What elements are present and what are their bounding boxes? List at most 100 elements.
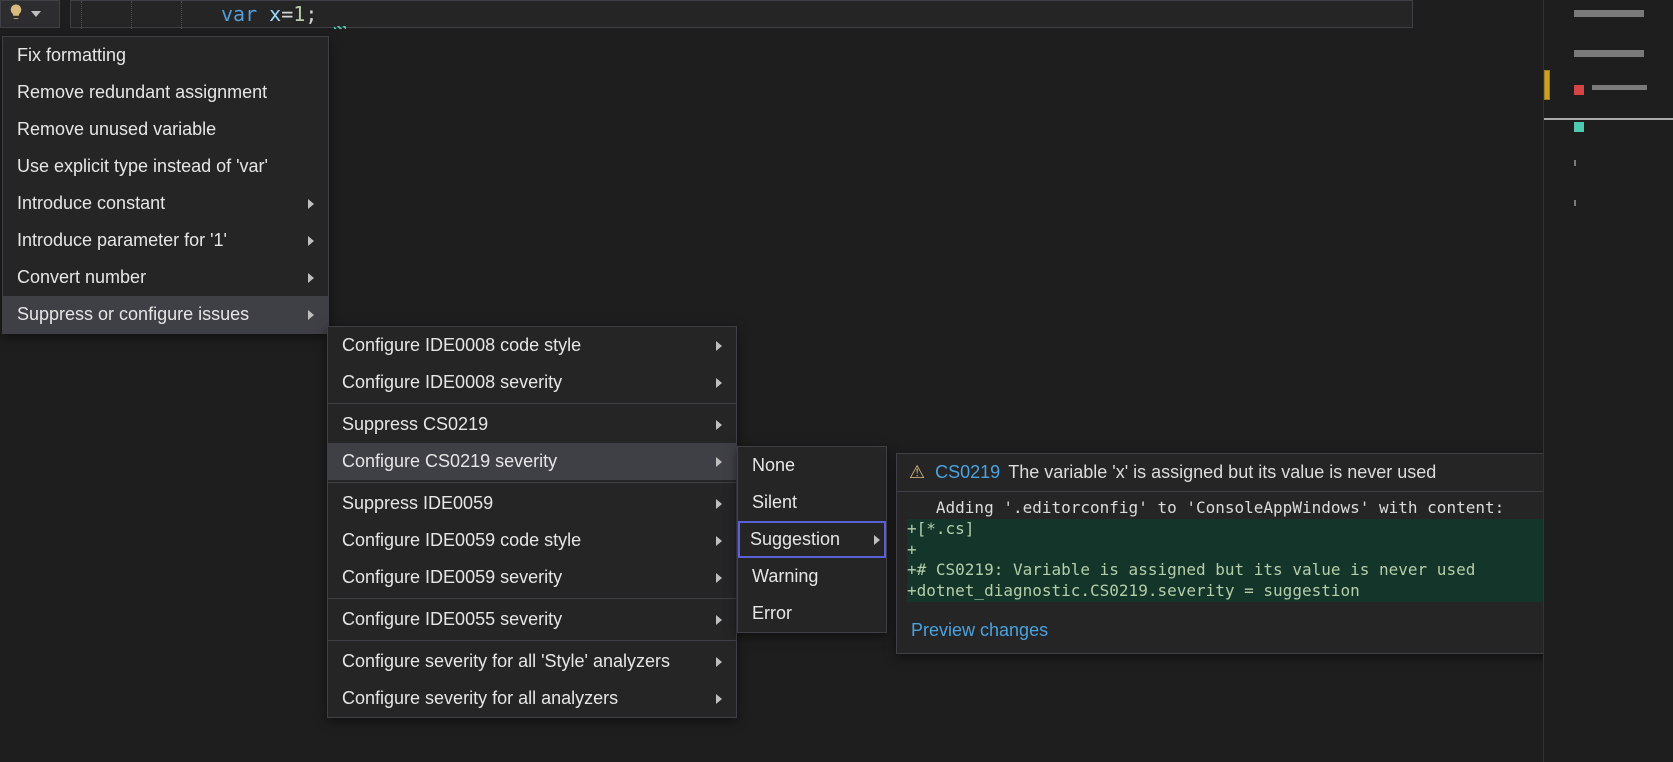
menu-item-label: Suppress IDE0059 (342, 493, 493, 514)
severity-option-label: Warning (752, 566, 818, 587)
code-number: 1 (293, 2, 305, 26)
menu-item[interactable]: Configure IDE0059 code style (328, 522, 736, 559)
chevron-right-icon (308, 310, 314, 320)
chevron-right-icon (716, 341, 722, 351)
menu-item-label: Configure CS0219 severity (342, 451, 557, 472)
menu-separator (328, 403, 736, 404)
diagnostic-code: CS0219 (935, 462, 1000, 483)
menu-item[interactable]: Fix formatting (3, 37, 328, 74)
diff-added-line: + (907, 540, 1545, 561)
menu-item[interactable]: Use explicit type instead of 'var' (3, 148, 328, 185)
menu-item-label: Introduce parameter for '1' (17, 230, 227, 251)
menu-item-label: Configure IDE0059 severity (342, 567, 562, 588)
preview-panel: ⚠ CS0219 The variable 'x' is assigned bu… (896, 453, 1556, 654)
diff-header-line: Adding '.editorconfig' to 'ConsoleAppWin… (907, 498, 1545, 519)
minimap-mark (1574, 160, 1576, 166)
chevron-right-icon (716, 573, 722, 583)
menu-separator (328, 482, 736, 483)
minimap-error-marker (1574, 85, 1584, 95)
code-equals: = (281, 2, 293, 26)
menu-item-label: Configure IDE0059 code style (342, 530, 581, 551)
diff-added-line: +# CS0219: Variable is assigned but its … (907, 560, 1545, 581)
severity-option[interactable]: Suggestion (738, 521, 886, 558)
code-variable: x (269, 2, 281, 26)
severity-option-label: Silent (752, 492, 797, 513)
menu-item[interactable]: Configure IDE0008 code style (328, 327, 736, 364)
chevron-right-icon (716, 657, 722, 667)
menu-item-label: Fix formatting (17, 45, 126, 66)
indent-guide (181, 1, 182, 29)
menu-item[interactable]: Remove unused variable (3, 111, 328, 148)
preview-title: ⚠ CS0219 The variable 'x' is assigned bu… (897, 454, 1555, 492)
indent-guide (131, 1, 132, 29)
menu-item[interactable]: Configure IDE0008 severity (328, 364, 736, 401)
menu-item[interactable]: Configure CS0219 severity (328, 443, 736, 480)
minimap-change-marker (1544, 70, 1550, 100)
minimap-mark (1574, 50, 1644, 57)
diff-added-line: +dotnet_diagnostic.CS0219.severity = sug… (907, 581, 1545, 602)
menu-item-label: Configure IDE0008 code style (342, 335, 581, 356)
severity-option[interactable]: Warning (738, 558, 886, 595)
minimap-mark (1574, 10, 1644, 17)
menu-item[interactable]: Remove redundant assignment (3, 74, 328, 111)
chevron-right-icon (308, 199, 314, 209)
menu-item[interactable]: Introduce parameter for '1' (3, 222, 328, 259)
menu-separator (328, 598, 736, 599)
menu-item-label: Remove redundant assignment (17, 82, 267, 103)
menu-item[interactable]: Convert number (3, 259, 328, 296)
menu-item-label: Suppress or configure issues (17, 304, 249, 325)
quick-actions-menu: Fix formatting Remove redundant assignmen… (2, 36, 329, 334)
menu-item[interactable]: Configure severity for all analyzers (328, 680, 736, 717)
menu-item[interactable]: Suppress IDE0059 (328, 485, 736, 522)
menu-item-label: Configure IDE0055 severity (342, 609, 562, 630)
menu-item[interactable]: Configure IDE0059 severity (328, 559, 736, 596)
menu-item[interactable]: Introduce constant (3, 185, 328, 222)
severity-option-label: Suggestion (750, 529, 840, 550)
menu-item[interactable]: Suppress CS0219 (328, 406, 736, 443)
severity-option[interactable]: Error (738, 595, 886, 632)
chevron-right-icon (716, 457, 722, 467)
chevron-right-icon (716, 378, 722, 388)
menu-item-label: Configure severity for all analyzers (342, 688, 618, 709)
menu-item-label: Configure IDE0008 severity (342, 372, 562, 393)
severity-option[interactable]: None (738, 447, 886, 484)
menu-item-label: Suppress CS0219 (342, 414, 488, 435)
code-keyword: var (221, 2, 257, 26)
warning-icon: ⚠ (909, 462, 925, 483)
menu-item-label: Use explicit type instead of 'var' (17, 156, 268, 177)
menu-item-label: Convert number (17, 267, 146, 288)
chevron-right-icon (716, 420, 722, 430)
diff-view: Adding '.editorconfig' to 'ConsoleAppWin… (907, 498, 1545, 602)
menu-item-label: Remove unused variable (17, 119, 216, 140)
menu-separator (328, 640, 736, 641)
minimap[interactable] (1543, 0, 1673, 762)
indent-guide (81, 1, 82, 29)
chevron-down-icon (31, 11, 41, 17)
severity-option[interactable]: Silent (738, 484, 886, 521)
diff-added-line: +[*.cs] (907, 519, 1545, 540)
chevron-right-icon (716, 694, 722, 704)
code-semicolon: ; (305, 2, 317, 26)
lightbulb-icon (7, 3, 25, 26)
chevron-right-icon (716, 615, 722, 625)
menu-item[interactable]: Suppress or configure issues (3, 296, 328, 333)
chevron-right-icon (308, 273, 314, 283)
menu-item[interactable]: Configure severity for all 'Style' analy… (328, 643, 736, 680)
severity-submenu: None Silent Suggestion Warning Error (737, 446, 887, 633)
chevron-right-icon (716, 536, 722, 546)
minimap-mark (1574, 200, 1576, 206)
quick-actions-button[interactable] (0, 0, 60, 28)
minimap-mark (1592, 85, 1647, 90)
chevron-right-icon (874, 535, 880, 545)
preview-changes-link[interactable]: Preview changes (897, 612, 1555, 641)
minimap-viewport-line (1544, 118, 1673, 120)
chevron-right-icon (308, 236, 314, 246)
severity-option-label: Error (752, 603, 792, 624)
menu-item[interactable]: Configure IDE0055 severity (328, 601, 736, 638)
menu-item-label: Configure severity for all 'Style' analy… (342, 651, 670, 672)
chevron-right-icon (716, 499, 722, 509)
severity-option-label: None (752, 455, 795, 476)
suppress-configure-submenu: Configure IDE0008 code style Configure ID… (327, 326, 737, 718)
editor-line[interactable]: var x = 1 ; (70, 0, 1413, 28)
menu-item-label: Introduce constant (17, 193, 165, 214)
